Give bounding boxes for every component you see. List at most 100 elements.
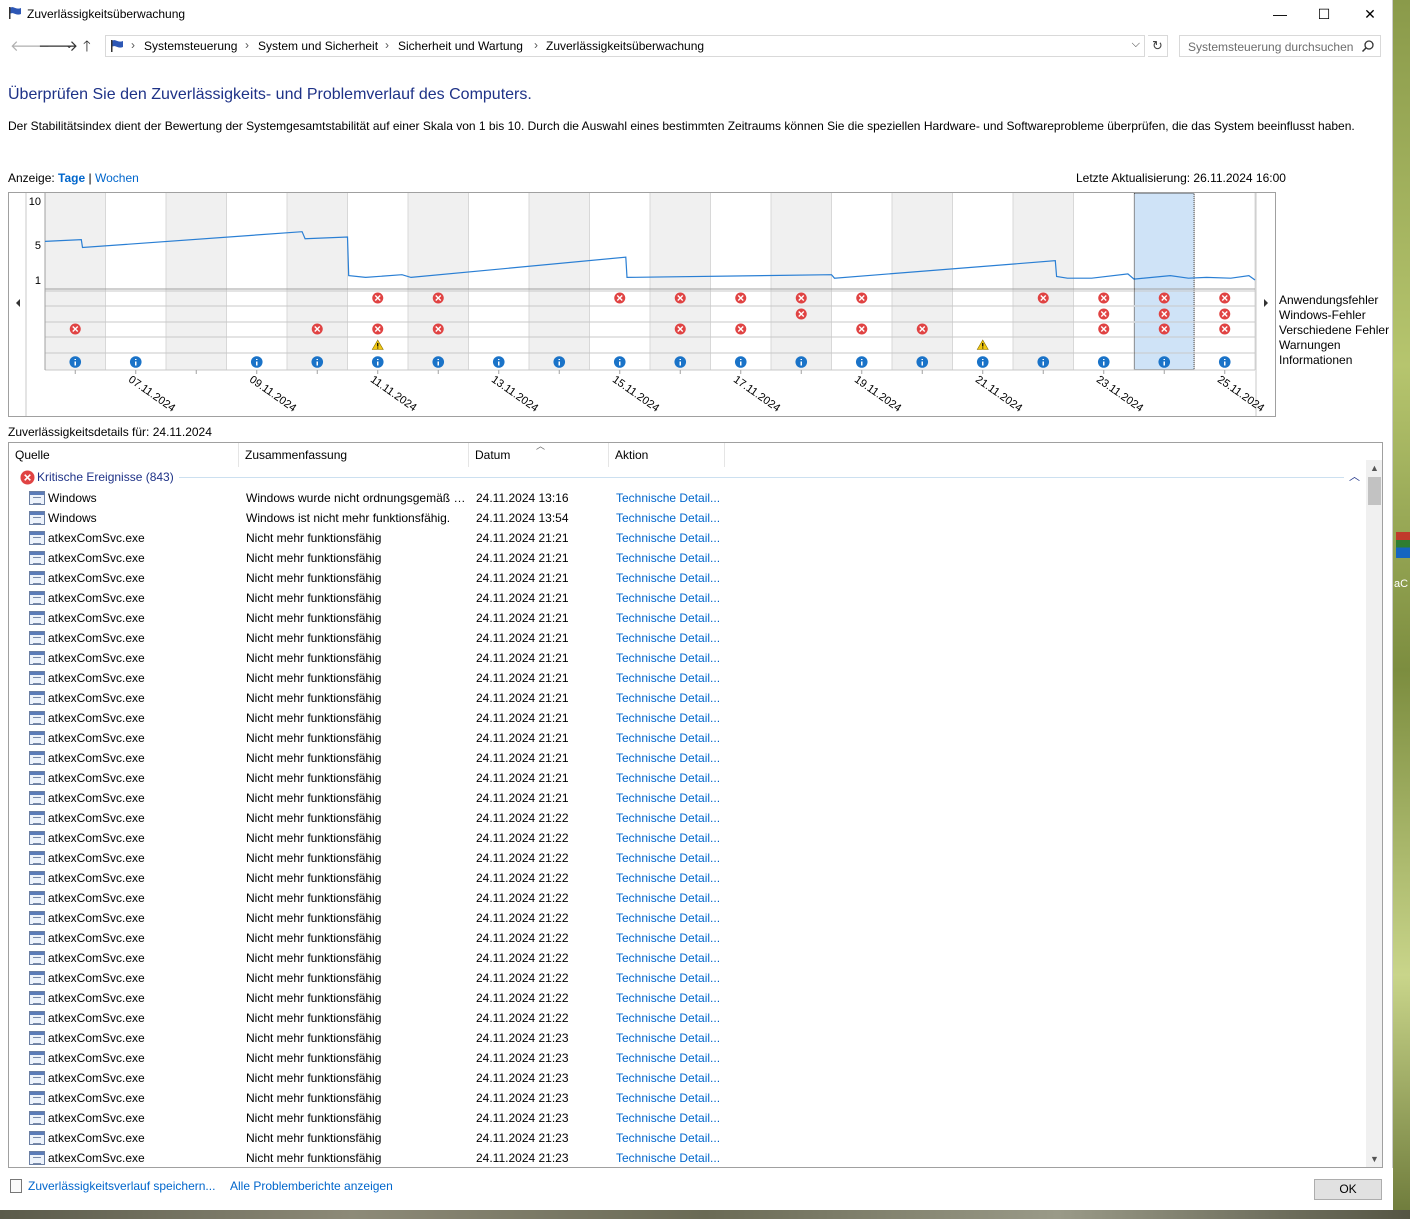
row-action-link[interactable]: Technische Detail... <box>616 511 720 525</box>
vertical-scrollbar[interactable]: ▲ ▼ <box>1366 460 1382 1167</box>
row-action-link[interactable]: Technische Detail... <box>616 811 720 825</box>
day-column[interactable] <box>226 193 288 370</box>
row-action-link[interactable]: Technische Detail... <box>616 911 720 925</box>
table-row[interactable]: Windows Windows wurde nicht ordnungsgemäß… <box>9 488 1366 508</box>
address-bar[interactable]: › Systemsteuerung › System und Sicherhei… <box>105 35 1145 57</box>
up-arrow-icon[interactable]: 🡑 <box>83 36 91 61</box>
row-action-link[interactable]: Technische Detail... <box>616 1051 720 1065</box>
row-action-link[interactable]: Technische Detail... <box>616 1071 720 1085</box>
column-header-zusammenfassung[interactable]: Zusammenfassung <box>239 443 469 467</box>
table-row[interactable]: atkexComSvc.exe Nicht mehr funktionsfähig… <box>9 888 1366 908</box>
table-row[interactable]: atkexComSvc.exe Nicht mehr funktionsfähig… <box>9 528 1366 548</box>
day-column[interactable] <box>1013 193 1074 370</box>
ok-button[interactable]: OK <box>1314 1179 1382 1200</box>
table-row[interactable]: atkexComSvc.exe Nicht mehr funktionsfähig… <box>9 948 1366 968</box>
row-action-link[interactable]: Technische Detail... <box>616 951 720 965</box>
row-action-link[interactable]: Technische Detail... <box>616 771 720 785</box>
table-row[interactable]: Windows Windows ist nicht mehr funktionsf… <box>9 508 1366 528</box>
desktop-app-icon[interactable] <box>1396 532 1410 558</box>
table-row[interactable]: atkexComSvc.exe Nicht mehr funktionsfähig… <box>9 1128 1366 1148</box>
row-action-link[interactable]: Technische Detail... <box>616 871 720 885</box>
table-row[interactable]: atkexComSvc.exe Nicht mehr funktionsfähig… <box>9 1048 1366 1068</box>
day-column[interactable] <box>771 193 832 370</box>
table-row[interactable]: atkexComSvc.exe Nicht mehr funktionsfähig… <box>9 808 1366 828</box>
day-column[interactable] <box>287 193 348 370</box>
table-row[interactable]: atkexComSvc.exe Nicht mehr funktionsfähig… <box>9 1028 1366 1048</box>
table-row[interactable]: atkexComSvc.exe Nicht mehr funktionsfähig… <box>9 828 1366 848</box>
collapse-chevron-icon[interactable]: ︿ <box>1349 468 1360 484</box>
table-row[interactable]: atkexComSvc.exe Nicht mehr funktionsfähig… <box>9 968 1366 988</box>
close-button[interactable]: ✕ <box>1347 0 1393 30</box>
day-column[interactable] <box>1073 193 1135 370</box>
minimize-button[interactable]: — <box>1257 0 1303 30</box>
row-action-link[interactable]: Technische Detail... <box>616 1011 720 1025</box>
table-row[interactable]: atkexComSvc.exe Nicht mehr funktionsfähig… <box>9 608 1366 628</box>
breadcrumb-systemsteuerung[interactable]: Systemsteuerung <box>144 39 237 53</box>
column-header-quelle[interactable]: Quelle <box>9 443 239 467</box>
breadcrumb-system-und-sicherheit[interactable]: System und Sicherheit <box>258 39 378 53</box>
row-action-link[interactable]: Technische Detail... <box>616 751 720 765</box>
table-row[interactable]: atkexComSvc.exe Nicht mehr funktionsfähig… <box>9 1148 1366 1167</box>
table-row[interactable]: atkexComSvc.exe Nicht mehr funktionsfähig… <box>9 1108 1366 1128</box>
table-row[interactable]: atkexComSvc.exe Nicht mehr funktionsfähig… <box>9 588 1366 608</box>
table-row[interactable]: atkexComSvc.exe Nicht mehr funktionsfähig… <box>9 728 1366 748</box>
save-history-link[interactable]: Zuverlässigkeitsverlauf speichern... <box>28 1179 215 1193</box>
table-row[interactable]: atkexComSvc.exe Nicht mehr funktionsfähig… <box>9 1088 1366 1108</box>
row-action-link[interactable]: Technische Detail... <box>616 831 720 845</box>
row-action-link[interactable]: Technische Detail... <box>616 971 720 985</box>
row-action-link[interactable]: Technische Detail... <box>616 491 720 505</box>
scrollbar-thumb[interactable] <box>1368 477 1381 505</box>
table-row[interactable]: atkexComSvc.exe Nicht mehr funktionsfähig… <box>9 548 1366 568</box>
table-row[interactable]: atkexComSvc.exe Nicht mehr funktionsfähig… <box>9 848 1366 868</box>
day-column[interactable] <box>589 193 651 370</box>
scroll-right-icon[interactable] <box>1264 299 1268 307</box>
row-action-link[interactable]: Technische Detail... <box>616 1031 720 1045</box>
table-row[interactable]: atkexComSvc.exe Nicht mehr funktionsfähig… <box>9 748 1366 768</box>
day-column[interactable] <box>45 193 106 370</box>
maximize-button[interactable]: ☐ <box>1301 0 1347 30</box>
row-action-link[interactable]: Technische Detail... <box>616 531 720 545</box>
table-row[interactable]: atkexComSvc.exe Nicht mehr funktionsfähig… <box>9 668 1366 688</box>
day-column[interactable] <box>529 193 590 370</box>
day-column[interactable] <box>408 193 469 370</box>
day-column[interactable] <box>1134 193 1195 370</box>
group-header-critical-events[interactable]: Kritische Ereignisse (843) ︿ <box>9 467 1366 487</box>
search-input[interactable]: Systemsteuerung durchsuchen <box>1179 35 1381 57</box>
row-action-link[interactable]: Technische Detail... <box>616 631 720 645</box>
day-column[interactable] <box>468 193 530 370</box>
table-row[interactable]: atkexComSvc.exe Nicht mehr funktionsfähig… <box>9 708 1366 728</box>
breadcrumb-sicherheit-und-wartung[interactable]: Sicherheit und Wartung <box>398 39 523 53</box>
row-action-link[interactable]: Technische Detail... <box>616 891 720 905</box>
day-column[interactable] <box>831 193 893 370</box>
day-column[interactable] <box>166 193 227 370</box>
breadcrumb-zuverlaessigkeitsueberwachung[interactable]: Zuverlässigkeitsüberwachung <box>546 39 704 53</box>
column-header-aktion[interactable]: Aktion <box>609 443 725 467</box>
row-action-link[interactable]: Technische Detail... <box>616 1151 720 1165</box>
table-row[interactable]: atkexComSvc.exe Nicht mehr funktionsfähig… <box>9 648 1366 668</box>
table-row[interactable]: atkexComSvc.exe Nicht mehr funktionsfähig… <box>9 688 1366 708</box>
table-row[interactable]: atkexComSvc.exe Nicht mehr funktionsfähig… <box>9 788 1366 808</box>
day-column[interactable] <box>1194 193 1256 370</box>
address-dropdown-chevron-icon[interactable]: ⌵ <box>1132 38 1140 51</box>
row-action-link[interactable]: Technische Detail... <box>616 931 720 945</box>
day-column[interactable] <box>650 193 711 370</box>
recent-pages-chevron-icon[interactable]: ⌄ <box>65 40 73 51</box>
day-column[interactable] <box>105 193 167 370</box>
row-action-link[interactable]: Technische Detail... <box>616 991 720 1005</box>
table-row[interactable]: atkexComSvc.exe Nicht mehr funktionsfähig… <box>9 1068 1366 1088</box>
table-row[interactable]: atkexComSvc.exe Nicht mehr funktionsfähig… <box>9 568 1366 588</box>
view-days-link[interactable]: Tage <box>58 171 85 185</box>
scroll-down-icon[interactable]: ▼ <box>1366 1151 1382 1167</box>
row-action-link[interactable]: Technische Detail... <box>616 571 720 585</box>
table-row[interactable]: atkexComSvc.exe Nicht mehr funktionsfähig… <box>9 868 1366 888</box>
table-row[interactable]: atkexComSvc.exe Nicht mehr funktionsfähig… <box>9 628 1366 648</box>
row-action-link[interactable]: Technische Detail... <box>616 611 720 625</box>
row-action-link[interactable]: Technische Detail... <box>616 691 720 705</box>
search-icon[interactable] <box>1361 39 1375 53</box>
scroll-up-icon[interactable]: ▲ <box>1366 460 1382 477</box>
view-weeks-link[interactable]: Wochen <box>95 171 139 185</box>
row-action-link[interactable]: Technische Detail... <box>616 1091 720 1105</box>
row-action-link[interactable]: Technische Detail... <box>616 591 720 605</box>
day-column[interactable] <box>892 193 953 370</box>
stability-chart[interactable]: 10 5 1 07.11.2024 09.11.2024 11.11.2024 13.11.… <box>8 192 1276 417</box>
